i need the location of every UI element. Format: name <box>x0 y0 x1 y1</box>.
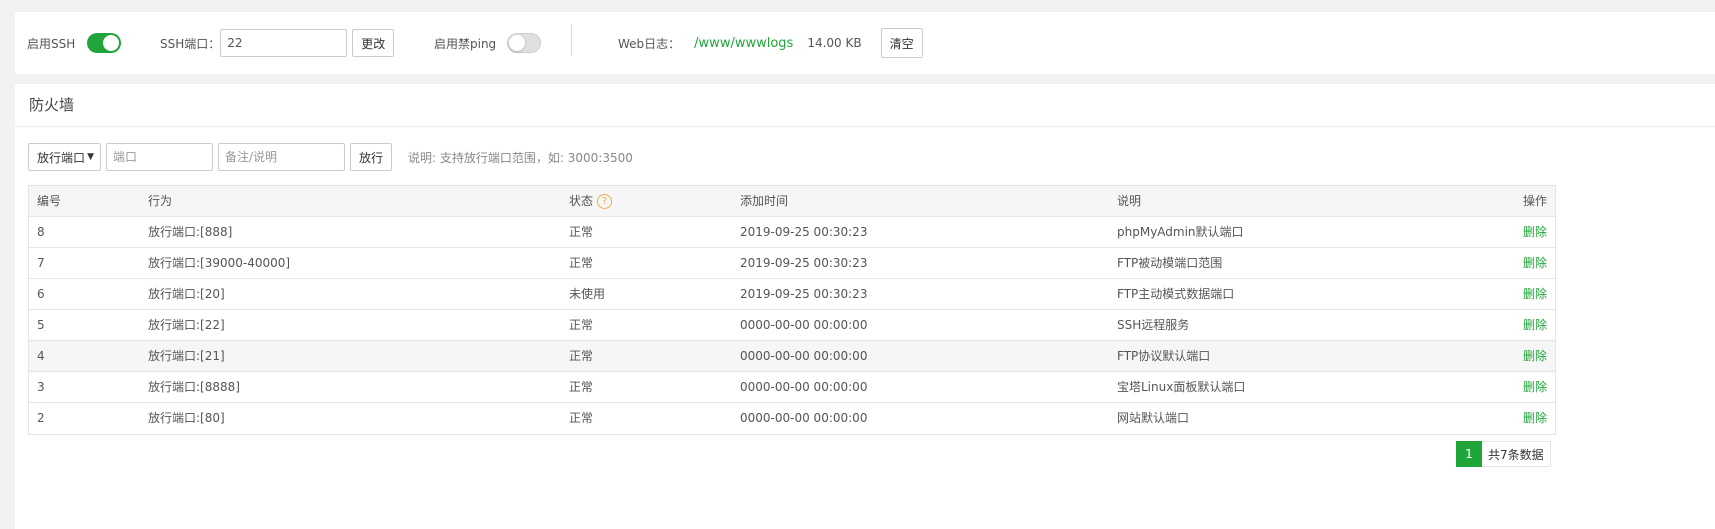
row-id: 7 <box>37 256 45 270</box>
caret-down-icon: ▼ <box>87 152 94 162</box>
col-id: 编号 <box>37 194 62 208</box>
table-header: 编号 行为 状态? 添加时间 说明 操作 <box>29 186 1555 217</box>
row-time: 2019-09-25 00:30:23 <box>740 225 868 239</box>
delete-link[interactable]: 删除 <box>1523 248 1547 279</box>
col-op: 操作 <box>1522 194 1547 208</box>
row-action: 放行端口:[80] <box>148 411 225 425</box>
row-note: FTP主动模式数据端口 <box>1117 287 1235 301</box>
page-current[interactable]: 1 <box>1456 441 1482 467</box>
row-id: 6 <box>37 287 45 301</box>
row-id: 2 <box>37 411 45 425</box>
table-row: 7 放行端口:[39000-40000] 正常 2019-09-25 00:30… <box>29 248 1555 279</box>
row-action: 放行端口:[8888] <box>148 380 240 394</box>
row-id: 4 <box>37 349 45 363</box>
delete-link[interactable]: 删除 <box>1523 217 1547 248</box>
row-id: 3 <box>37 380 45 394</box>
panel-title: 防火墙 <box>29 96 75 114</box>
table-row: 3 放行端口:[8888] 正常 0000-00-00 00:00:00 宝塔L… <box>29 372 1555 403</box>
firewall-panel: 防火墙 放行端口 ▼ 放行 说明: 支持放行端口范围，如: 3000:3500 … <box>15 84 1715 529</box>
row-id: 8 <box>37 225 45 239</box>
ping-toggle[interactable] <box>507 33 542 53</box>
row-id: 5 <box>37 318 45 332</box>
row-status: 正常 <box>569 411 594 425</box>
weblog-label: Web日志： <box>618 36 681 51</box>
allow-button[interactable]: 放行 <box>350 143 393 171</box>
row-action: 放行端口:[22] <box>148 318 225 332</box>
row-time: 0000-00-00 00:00:00 <box>740 380 868 394</box>
ssh-toggle-group: 启用SSH <box>27 12 122 74</box>
ssh-port-input[interactable] <box>220 29 348 57</box>
pagination: 1 共7条数据 <box>1456 441 1551 467</box>
settings-bar: 启用SSH SSH端口： 更改 启用禁ping Web日志： /www/wwwl… <box>15 12 1715 74</box>
col-time: 添加时间 <box>740 194 789 208</box>
row-action: 放行端口:[20] <box>148 287 225 301</box>
divider <box>571 24 572 56</box>
row-status: 正常 <box>569 318 594 332</box>
weblog-group: Web日志： /www/wwwlogs 14.00 KB 清空 <box>618 12 923 74</box>
delete-link[interactable]: 删除 <box>1523 372 1547 403</box>
help-icon[interactable]: ? <box>597 194 613 209</box>
ssh-port-group: SSH端口： 更改 <box>160 12 395 74</box>
ping-toggle-knob <box>509 35 526 51</box>
panel-divider <box>15 126 1715 127</box>
ssh-toggle-knob <box>103 35 120 51</box>
row-note: FTP协议默认端口 <box>1117 349 1211 363</box>
row-status: 正常 <box>569 349 594 363</box>
delete-link[interactable]: 删除 <box>1523 341 1547 372</box>
row-time: 0000-00-00 00:00:00 <box>740 349 868 363</box>
row-action: 放行端口:[888] <box>148 225 233 239</box>
ssh-label: 启用SSH <box>27 36 76 51</box>
add-rule-form: 放行端口 ▼ 放行 说明: 支持放行端口范围，如: 3000:3500 <box>28 143 633 171</box>
col-action: 行为 <box>148 194 173 208</box>
row-status: 正常 <box>569 380 594 394</box>
row-time: 0000-00-00 00:00:00 <box>740 411 868 425</box>
row-note: SSH远程服务 <box>1117 318 1190 332</box>
rules-table: 编号 行为 状态? 添加时间 说明 操作 8 放行端口:[888] 正常 201… <box>28 185 1556 435</box>
col-note: 说明 <box>1117 194 1142 208</box>
change-port-button[interactable]: 更改 <box>352 29 395 57</box>
row-note: 宝塔Linux面板默认端口 <box>1117 380 1246 394</box>
table-row: 2 放行端口:[80] 正常 0000-00-00 00:00:00 网站默认端… <box>29 403 1555 434</box>
row-status: 未使用 <box>569 287 606 301</box>
table-row: 4 放行端口:[21] 正常 0000-00-00 00:00:00 FTP协议… <box>29 341 1555 372</box>
rule-type-value: 放行端口 <box>37 150 86 165</box>
row-action: 放行端口:[39000-40000] <box>148 256 291 270</box>
ssh-port-label: SSH端口： <box>160 36 221 51</box>
weblog-size: 14.00 KB <box>807 36 862 50</box>
port-input[interactable] <box>106 143 213 171</box>
delete-link[interactable]: 删除 <box>1523 279 1547 310</box>
ping-label: 启用禁ping <box>434 36 497 51</box>
col-status: 状态? <box>569 186 613 217</box>
row-note: phpMyAdmin默认端口 <box>1117 225 1244 239</box>
row-note: FTP被动模端口范围 <box>1117 256 1223 270</box>
delete-link[interactable]: 删除 <box>1523 310 1547 341</box>
row-time: 0000-00-00 00:00:00 <box>740 318 868 332</box>
delete-link[interactable]: 删除 <box>1523 403 1547 434</box>
table-row: 6 放行端口:[20] 未使用 2019-09-25 00:30:23 FTP主… <box>29 279 1555 310</box>
ssh-toggle[interactable] <box>87 33 122 53</box>
table-row: 5 放行端口:[22] 正常 0000-00-00 00:00:00 SSH远程… <box>29 310 1555 341</box>
row-time: 2019-09-25 00:30:23 <box>740 256 868 270</box>
row-status: 正常 <box>569 225 594 239</box>
row-status: 正常 <box>569 256 594 270</box>
row-note: 网站默认端口 <box>1117 411 1190 425</box>
rule-type-select[interactable]: 放行端口 ▼ <box>28 143 101 171</box>
weblog-path-link[interactable]: /www/wwwlogs <box>694 36 793 51</box>
row-action: 放行端口:[21] <box>148 349 225 363</box>
table-row: 8 放行端口:[888] 正常 2019-09-25 00:30:23 phpM… <box>29 217 1555 248</box>
ping-toggle-group: 启用禁ping <box>434 12 542 74</box>
page-total: 共7条数据 <box>1482 441 1551 467</box>
row-time: 2019-09-25 00:30:23 <box>740 287 868 301</box>
col-status-label: 状态 <box>569 194 594 208</box>
note-input[interactable] <box>218 143 345 171</box>
clear-log-button[interactable]: 清空 <box>880 28 923 58</box>
hint-text: 说明: 支持放行端口范围，如: 3000:3500 <box>408 150 633 165</box>
